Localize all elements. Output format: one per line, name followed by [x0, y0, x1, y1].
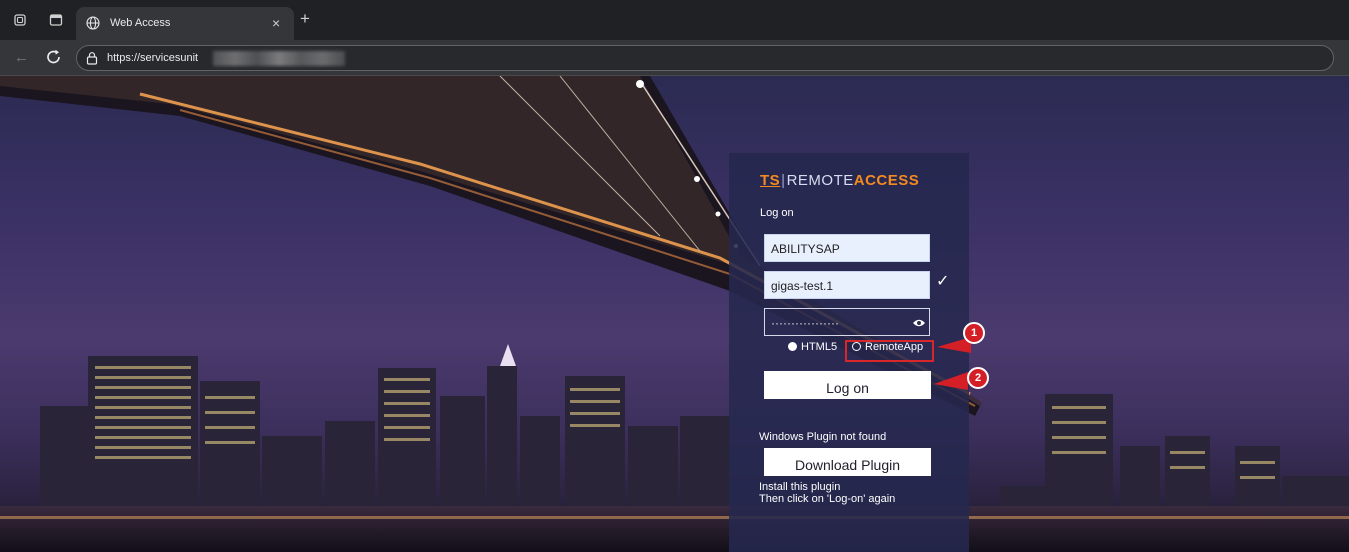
callout-arrow-2-icon — [934, 372, 968, 390]
radio-html5[interactable]: HTML5 — [788, 341, 837, 353]
install-instruction-2: Then click on 'Log-on' again — [759, 493, 896, 505]
server-input[interactable]: ABILITYSAP — [764, 234, 930, 262]
password-input[interactable]: ················· — [764, 308, 930, 336]
back-arrow-icon[interactable]: ← — [14, 49, 29, 66]
background-skyline-image — [0, 76, 1349, 552]
lock-icon[interactable] — [86, 51, 98, 65]
reload-icon[interactable] — [46, 48, 62, 66]
url-redaction — [213, 51, 345, 66]
browser-tab-bar: Web Access × + — [0, 0, 1349, 40]
callout-badge-1: 1 — [963, 322, 985, 344]
new-tab-button[interactable]: + — [300, 10, 310, 27]
remoteapp-highlight-box — [845, 340, 934, 362]
ts-remoteaccess-logo: TS|REMOTEACCESS — [760, 172, 920, 189]
workspaces-icon[interactable] — [12, 12, 28, 28]
url-text: https://servicesunit — [107, 52, 199, 64]
checkmark-icon: ✓ — [936, 273, 950, 290]
browser-nav-bar: ← https://servicesunit — [0, 40, 1349, 76]
plugin-status-text: Windows Plugin not found — [759, 431, 887, 443]
logon-button[interactable]: Log on — [764, 371, 931, 399]
download-plugin-button[interactable]: Download Plugin — [764, 448, 931, 476]
username-input[interactable]: gigas-test.1 — [764, 271, 930, 299]
install-instruction-1: Install this plugin — [759, 481, 841, 493]
tab-actions-icon[interactable] — [48, 12, 64, 28]
radio-filled-icon — [788, 342, 797, 351]
tab-title: Web Access — [110, 17, 171, 29]
tab-close-icon[interactable]: × — [272, 15, 280, 31]
eye-icon[interactable] — [912, 318, 926, 328]
tab-web-access[interactable]: Web Access × — [76, 7, 294, 40]
globe-icon — [86, 16, 100, 30]
callout-badge-2: 2 — [967, 367, 989, 389]
address-bar[interactable]: https://servicesunit — [76, 45, 1334, 71]
login-heading: Log on — [760, 207, 794, 219]
